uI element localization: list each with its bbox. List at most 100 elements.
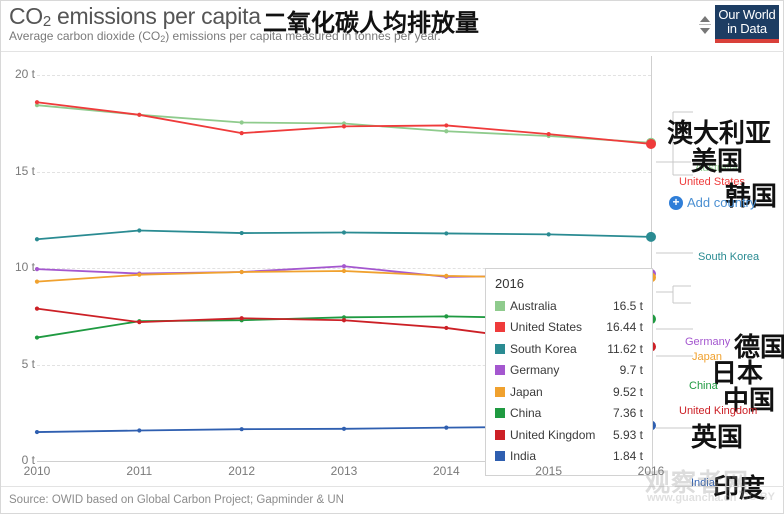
watermark-license: CC BY — [740, 491, 775, 503]
tooltip-series-name: Germany — [510, 363, 560, 378]
chevron-up-icon — [700, 16, 710, 22]
data-point-marker — [444, 123, 449, 128]
data-point-marker — [34, 100, 40, 105]
series-label-south-korea[interactable]: South Korea — [698, 251, 759, 263]
data-point-marker — [444, 231, 449, 236]
x-axis-tick-label: 2013 — [330, 464, 358, 478]
x-axis-tick-label: 2015 — [535, 464, 563, 478]
tooltip-series-value: 1.84 t — [612, 449, 643, 464]
data-point-marker — [239, 427, 244, 432]
data-point-marker — [137, 112, 142, 117]
tooltip-series-name: United States — [510, 320, 583, 335]
tooltip-rows: Australia 16.5 t United States 16.44 t South… — [495, 295, 643, 467]
data-point-marker — [137, 272, 142, 277]
tooltip-series-value: 9.52 t — [612, 384, 643, 399]
tooltip-row: China 7.36 t — [495, 403, 643, 425]
data-point-marker — [444, 325, 449, 331]
tooltip-series-value: 9.7 t — [619, 363, 643, 378]
color-swatch-icon — [495, 365, 505, 376]
color-swatch-icon — [495, 300, 505, 311]
data-point-marker — [34, 335, 40, 340]
tooltip-series-value: 16.44 t — [606, 320, 643, 335]
color-swatch-icon — [495, 386, 505, 397]
data-point-marker — [444, 129, 449, 134]
tooltip-row: Australia 16.5 t — [495, 295, 643, 317]
data-point-marker — [341, 124, 347, 129]
tooltip-series-value: 5.93 t — [612, 427, 643, 442]
page-subtitle: Average carbon dioxide (CO2) emissions p… — [9, 29, 441, 44]
data-point-marker — [239, 120, 244, 125]
tooltip: 2016 Australia 16.5 t United States 16.44 t… — [485, 268, 653, 476]
tooltip-row: Japan 9.52 t — [495, 381, 643, 403]
tooltip-series-name: India — [510, 449, 537, 464]
header-divider — [1, 51, 784, 52]
series-label-germany[interactable]: Germany — [685, 336, 730, 348]
tooltip-series-name: Australia — [510, 298, 557, 313]
chart-header: CO2 emissions per capita 二氧化碳人均排放量 Avera… — [1, 1, 784, 51]
data-point-marker — [341, 318, 347, 323]
tooltip-row: South Korea 11.62 t — [495, 338, 643, 360]
data-point-marker — [239, 316, 244, 321]
owid-logo-bar — [715, 39, 779, 43]
tooltip-series-value: 11.62 t — [607, 341, 643, 356]
data-point-marker — [34, 279, 40, 284]
x-axis-tick-label: 2014 — [432, 464, 460, 478]
chart-page: CO2 emissions per capita 二氧化碳人均排放量 Avera… — [0, 0, 784, 514]
data-point-marker — [444, 314, 449, 319]
tooltip-row: United Kingdom 5.93 t — [495, 424, 643, 446]
data-point-marker — [137, 228, 142, 233]
data-point-marker — [341, 426, 347, 431]
color-swatch-icon — [495, 451, 505, 462]
page-title: CO2 emissions per capita — [9, 3, 261, 30]
data-point-marker — [546, 132, 551, 137]
owid-logo-line-1: Our World — [718, 7, 776, 22]
x-axis-tick-label: 2012 — [228, 464, 256, 478]
tooltip-series-name: South Korea — [510, 341, 577, 356]
tooltip-series-name: China — [510, 406, 542, 421]
data-point-marker — [646, 138, 656, 149]
data-point-marker — [341, 264, 347, 269]
add-country-button[interactable]: + Add country — [669, 195, 756, 210]
data-point-marker — [239, 230, 244, 236]
data-point-marker — [239, 131, 244, 136]
tooltip-series-value: 16.5 t — [612, 298, 643, 313]
data-point-marker — [546, 232, 551, 237]
data-point-marker — [34, 267, 40, 272]
tooltip-year: 2016 — [495, 276, 524, 291]
add-country-label: Add country — [687, 195, 757, 210]
expand-collapse-control[interactable] — [699, 15, 711, 35]
data-point-marker — [444, 273, 449, 278]
data-point-marker — [239, 269, 244, 275]
data-point-marker — [646, 231, 656, 242]
tooltip-series-value: 7.36 t — [612, 406, 643, 421]
owid-logo[interactable]: Our World in Data — [715, 5, 779, 43]
tooltip-row: United States 16.44 t — [495, 317, 643, 339]
spinner-divider — [699, 24, 711, 25]
watermark: 观察者网 www.guancha.cn CC BY — [641, 459, 779, 511]
series-label-chinese-united-kingdom: 英国 — [691, 422, 744, 452]
x-axis-tick-label: 2011 — [126, 464, 153, 478]
x-axis-tick-label: 2010 — [23, 464, 51, 478]
color-swatch-icon — [495, 429, 505, 440]
tooltip-series-name: Japan — [510, 384, 543, 399]
series-label-united-kingdom[interactable]: United Kingdom — [679, 405, 757, 417]
owid-logo-line-2: in Data — [727, 21, 767, 36]
tooltip-row: Germany 9.7 t — [495, 360, 643, 382]
series-label-chinese-united-states: 美国 — [691, 146, 744, 176]
color-swatch-icon — [495, 408, 505, 419]
source-note: Source: OWID based on Global Carbon Proj… — [9, 494, 344, 506]
data-point-marker — [34, 429, 40, 435]
series-label-china[interactable]: China — [689, 380, 718, 392]
data-point-marker — [444, 425, 449, 430]
data-point-marker — [34, 306, 40, 311]
data-point-marker — [137, 428, 142, 433]
watermark-url: www.guancha.cn — [647, 492, 737, 504]
data-point-marker — [34, 237, 40, 242]
tooltip-series-name: United Kingdom — [510, 427, 596, 442]
chart-plot-area: 0 t5 t 10 t 15 t 20 t 2016 Australia 16.5 tU… — [1, 56, 784, 503]
data-point-marker — [341, 230, 347, 235]
plus-circle-icon: + — [669, 195, 683, 210]
chevron-down-icon — [700, 28, 710, 34]
color-swatch-icon — [495, 343, 505, 354]
data-point-marker — [137, 320, 142, 325]
